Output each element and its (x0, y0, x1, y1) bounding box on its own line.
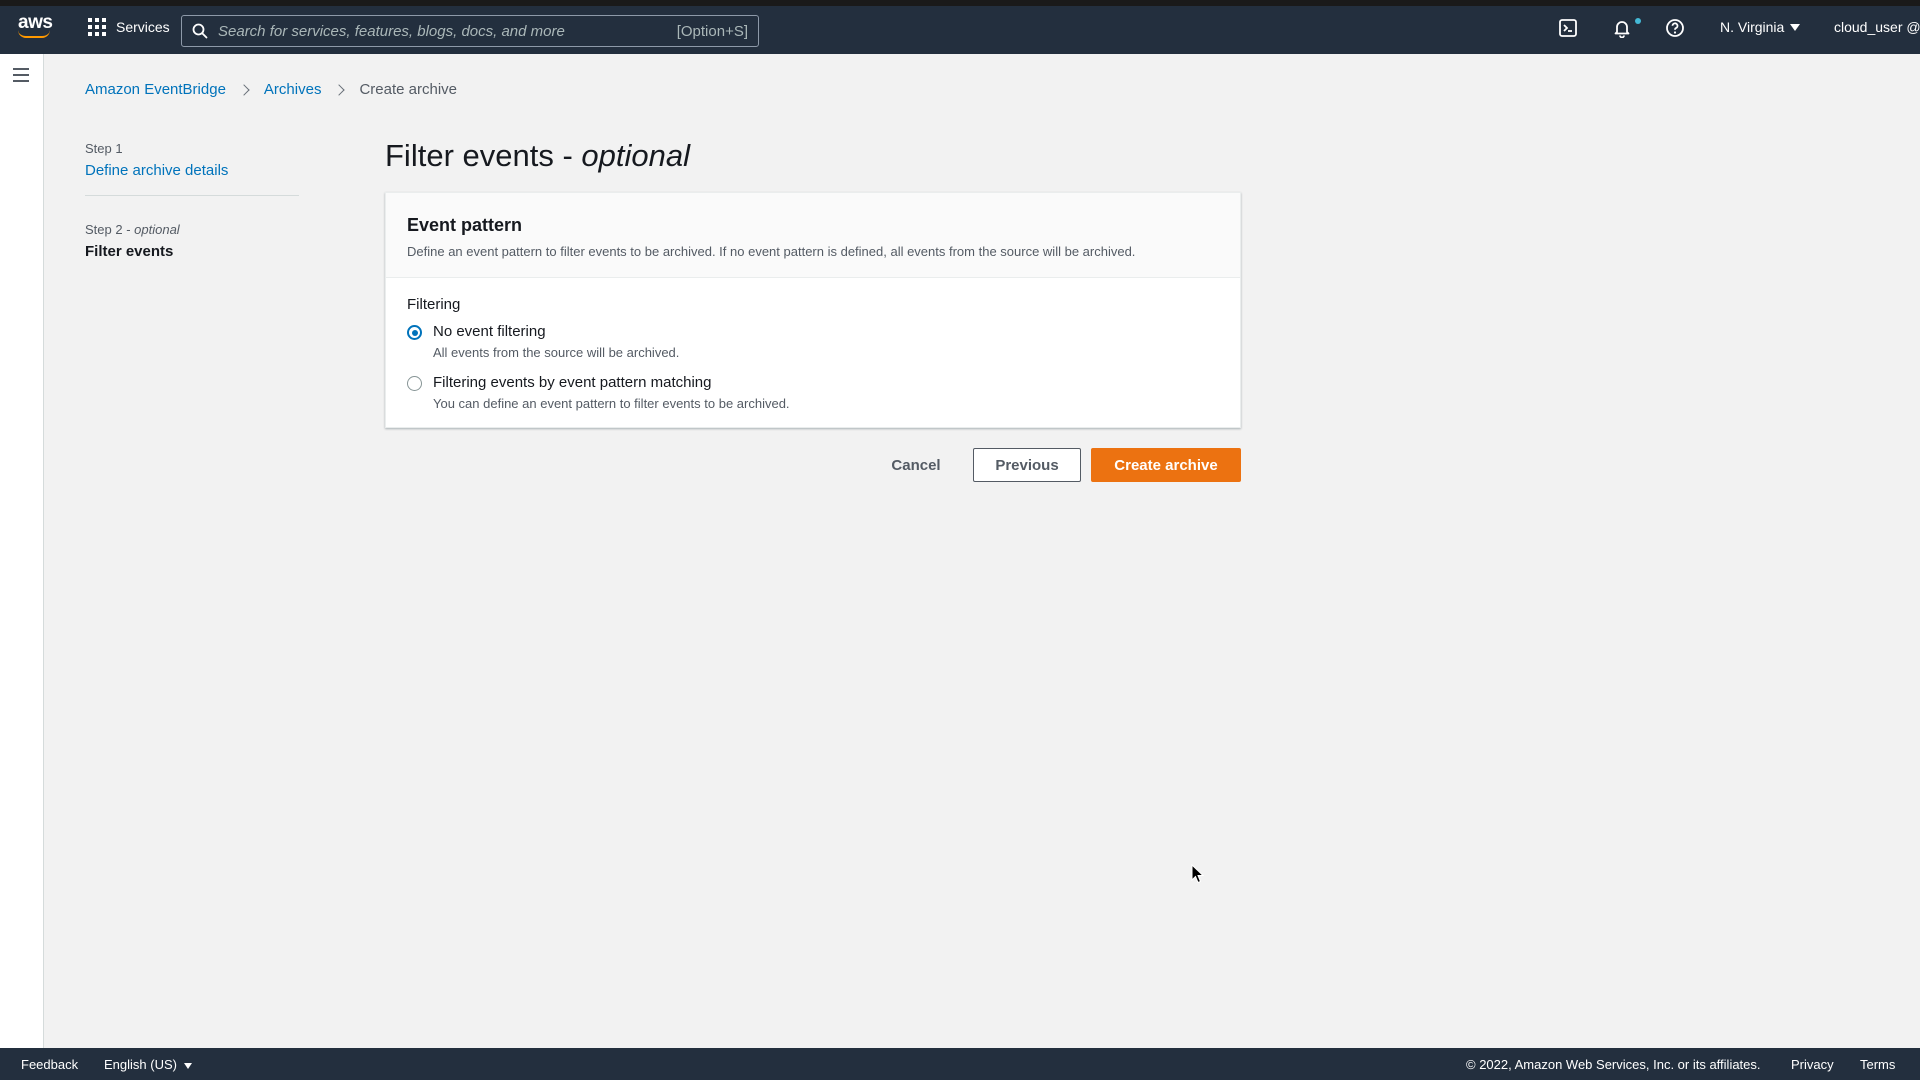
help-icon[interactable] (1665, 18, 1685, 38)
chevron-right-icon (238, 83, 250, 96)
step-2-label: Step 2 - optional (85, 222, 180, 237)
search-icon (192, 23, 208, 39)
previous-button[interactable]: Previous (973, 448, 1081, 482)
wizard-steps: Step 1 Define archive details Step 2 - o… (85, 141, 299, 260)
copyright-text: © 2022, Amazon Web Services, Inc. or its… (1466, 1057, 1761, 1072)
radio-no-filtering[interactable]: No event filtering All events from the s… (407, 323, 1219, 360)
search-input[interactable]: Search for services, features, blogs, do… (181, 15, 759, 47)
step-divider (85, 195, 299, 196)
caret-down-icon (183, 1062, 192, 1069)
breadcrumb-archives[interactable]: Archives (264, 81, 322, 98)
browser-strip (0, 0, 1920, 6)
caret-down-icon (1790, 23, 1801, 31)
radio-selected-icon[interactable] (407, 325, 422, 340)
search-placeholder: Search for services, features, blogs, do… (218, 22, 565, 40)
radio-label: No event filtering (433, 323, 546, 340)
breadcrumb-current: Create archive (359, 81, 457, 98)
top-navigation: aws Services Search for services, featur… (0, 0, 1920, 54)
panel-heading: Event pattern (407, 215, 523, 235)
region-selector[interactable]: N. Virginia (1720, 0, 1801, 54)
create-archive-button[interactable]: Create archive (1091, 448, 1241, 482)
panel-body: Filtering No event filtering All events … (386, 278, 1240, 411)
footer: Feedback English (US) © 2022, Amazon Web… (0, 1048, 1920, 1080)
side-navigation-rail (0, 54, 44, 1048)
chevron-right-icon (333, 83, 346, 96)
panel-header: Event pattern Define an event pattern to… (386, 193, 1240, 278)
account-label: cloud_user @ 8 (1834, 19, 1920, 35)
region-label: N. Virginia (1720, 19, 1785, 35)
step-2-current: Filter events (85, 243, 174, 260)
search-shortcut: [Option+S] (676, 22, 748, 40)
aws-logo[interactable]: aws (18, 13, 54, 42)
radio-description: You can define an event pattern to filte… (433, 396, 790, 411)
notifications-bell-icon[interactable] (1612, 18, 1632, 38)
services-label: Services (116, 19, 170, 35)
notification-badge (1635, 18, 1641, 24)
cloudshell-icon[interactable] (1558, 18, 1578, 38)
privacy-link[interactable]: Privacy (1791, 1057, 1834, 1072)
radio-pattern-matching[interactable]: Filtering events by event pattern matchi… (407, 374, 1219, 411)
radio-label: Filtering events by event pattern matchi… (433, 374, 712, 391)
radio-unselected-icon[interactable] (407, 376, 422, 391)
breadcrumb-eventbridge[interactable]: Amazon EventBridge (85, 81, 226, 98)
breadcrumb: Amazon EventBridge Archives Create archi… (85, 81, 457, 98)
menu-icon[interactable] (13, 68, 29, 82)
services-menu[interactable]: Services (88, 0, 170, 54)
step-1-label: Step 1 (85, 141, 123, 156)
panel-description: Define an event pattern to filter events… (407, 244, 1136, 259)
cancel-button[interactable]: Cancel (876, 448, 956, 482)
account-menu[interactable]: cloud_user @ 8 (1834, 0, 1920, 54)
step-1-link[interactable]: Define archive details (85, 162, 299, 179)
grid-icon (88, 18, 106, 36)
language-selector[interactable]: English (US) (104, 1057, 192, 1072)
feedback-link[interactable]: Feedback (21, 1057, 78, 1072)
page-title: Filter events - optional (385, 138, 690, 173)
event-pattern-panel: Event pattern Define an event pattern to… (385, 192, 1241, 428)
radio-description: All events from the source will be archi… (433, 345, 680, 360)
mouse-cursor-icon (1191, 864, 1205, 884)
terms-link[interactable]: Terms (1860, 1057, 1895, 1072)
filtering-label: Filtering (407, 296, 461, 313)
